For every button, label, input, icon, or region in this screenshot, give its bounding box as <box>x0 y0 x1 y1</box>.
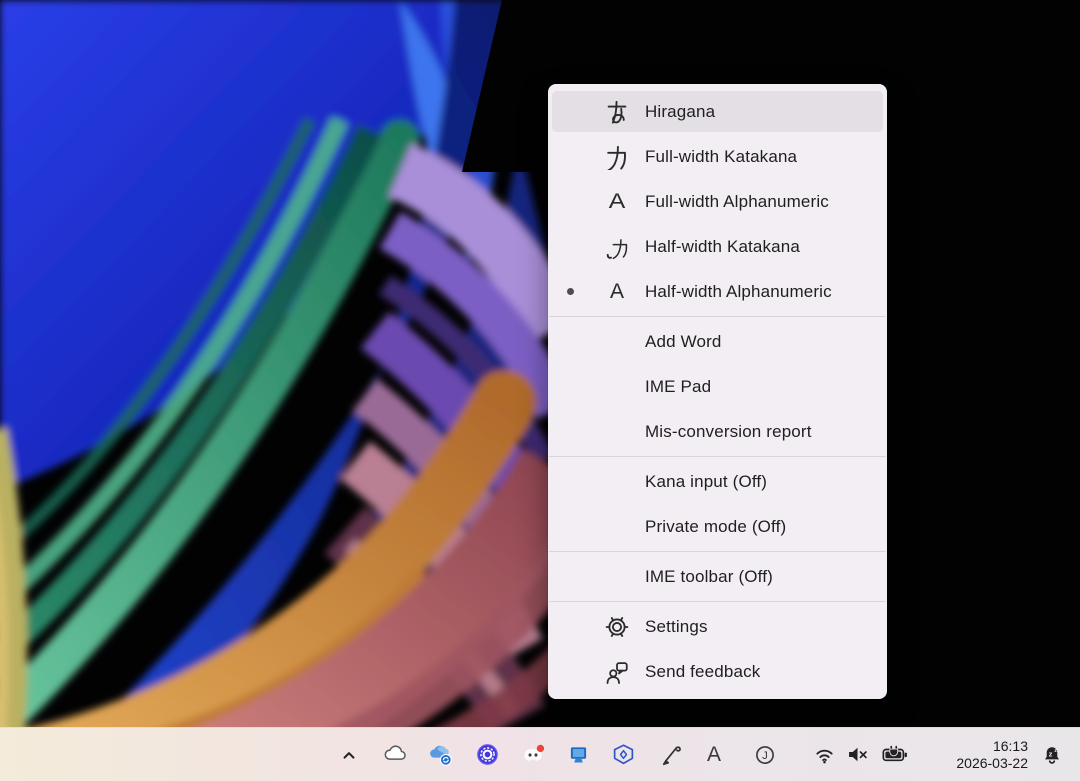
menu-separator <box>549 601 886 602</box>
gear-icon <box>592 614 642 640</box>
svg-text:z: z <box>1054 748 1057 754</box>
halfwidth-a-icon: A <box>592 281 642 302</box>
clock-date: 2026-03-22 <box>956 755 1028 772</box>
menu-item-label: Settings <box>645 617 708 637</box>
menu-item-label: Send feedback <box>645 662 760 682</box>
menu-item-label: Half-width Alphanumeric <box>645 282 832 302</box>
menu-item-fullwidth-alphanumeric[interactable]: A Full-width Alphanumeric <box>548 179 887 224</box>
menu-item-label: Add Word <box>645 332 721 352</box>
taskbar-clock[interactable]: 16:13 2026-03-22 <box>956 738 1028 772</box>
desktop-wallpaper <box>0 0 1080 781</box>
tray-overflow-chevron-up-icon[interactable] <box>334 740 364 770</box>
glow-ring-app-icon[interactable] <box>472 740 502 770</box>
desktop: { "colors":{ "menu_bg":"#f2eef3","menu_h… <box>0 0 1080 781</box>
menu-item-add-word[interactable]: Add Word <box>548 319 887 364</box>
svg-text:J: J <box>762 750 768 762</box>
menu-item-ime-toolbar[interactable]: IME toolbar (Off) <box>548 554 887 599</box>
menu-item-label: Mis-conversion report <box>645 422 812 442</box>
do-not-disturb-bell-icon[interactable]: z z <box>1038 741 1066 769</box>
menu-separator <box>549 551 886 552</box>
taskbar: A J 16:13 2026-03-22 <box>0 727 1080 781</box>
halfwidth-ka-icon <box>592 234 642 260</box>
ime-language-j-icon[interactable]: J <box>750 740 780 770</box>
fullwidth-a-icon: A <box>592 191 642 212</box>
menu-item-send-feedback[interactable]: Send feedback <box>548 649 887 694</box>
menu-item-label: Full-width Katakana <box>645 147 797 167</box>
ime-mode-a-icon[interactable]: A <box>699 740 729 770</box>
menu-item-settings[interactable]: Settings <box>548 604 887 649</box>
clock-time: 16:13 <box>956 738 1028 755</box>
menu-item-misconversion-report[interactable]: Mis-conversion report <box>548 409 887 454</box>
svg-text:z: z <box>1049 749 1053 758</box>
menu-item-kana-input[interactable]: Kana input (Off) <box>548 459 887 504</box>
menu-item-halfwidth-alphanumeric[interactable]: A Half-width Alphanumeric <box>548 269 887 314</box>
discord-icon[interactable] <box>518 740 548 770</box>
menu-item-label: Private mode (Off) <box>645 517 786 537</box>
volume-muted-icon[interactable] <box>842 740 872 770</box>
menu-item-label: Kana input (Off) <box>645 472 767 492</box>
menu-item-label: Hiragana <box>645 102 715 122</box>
dev-box-icon[interactable] <box>608 740 638 770</box>
cloud-sync-icon[interactable] <box>426 740 456 770</box>
menu-item-label: Full-width Alphanumeric <box>645 192 829 212</box>
ime-context-menu: Hiragana Full-width Katakana A Full-widt… <box>548 84 887 699</box>
wifi-icon[interactable] <box>809 740 839 770</box>
feedback-icon <box>592 659 642 685</box>
discord-notification-badge <box>537 744 544 751</box>
menu-item-label: IME toolbar (Off) <box>645 567 773 587</box>
battery-charging-icon[interactable] <box>880 740 910 770</box>
menu-item-ime-pad[interactable]: IME Pad <box>548 364 887 409</box>
katakana-ka-icon <box>592 144 642 170</box>
menu-item-halfwidth-katakana[interactable]: Half-width Katakana <box>548 224 887 269</box>
menu-item-hiragana[interactable]: Hiragana <box>548 89 887 134</box>
hiragana-a-icon <box>592 99 642 125</box>
pen-icon[interactable] <box>655 740 685 770</box>
menu-separator <box>549 316 886 317</box>
onedrive-cloud-icon[interactable] <box>380 740 410 770</box>
menu-item-private-mode[interactable]: Private mode (Off) <box>548 504 887 549</box>
selected-mode-bullet <box>567 288 574 295</box>
remote-desktop-icon[interactable] <box>563 740 593 770</box>
menu-separator <box>549 456 886 457</box>
menu-item-fullwidth-katakana[interactable]: Full-width Katakana <box>548 134 887 179</box>
menu-item-label: IME Pad <box>645 377 711 397</box>
menu-item-label: Half-width Katakana <box>645 237 800 257</box>
